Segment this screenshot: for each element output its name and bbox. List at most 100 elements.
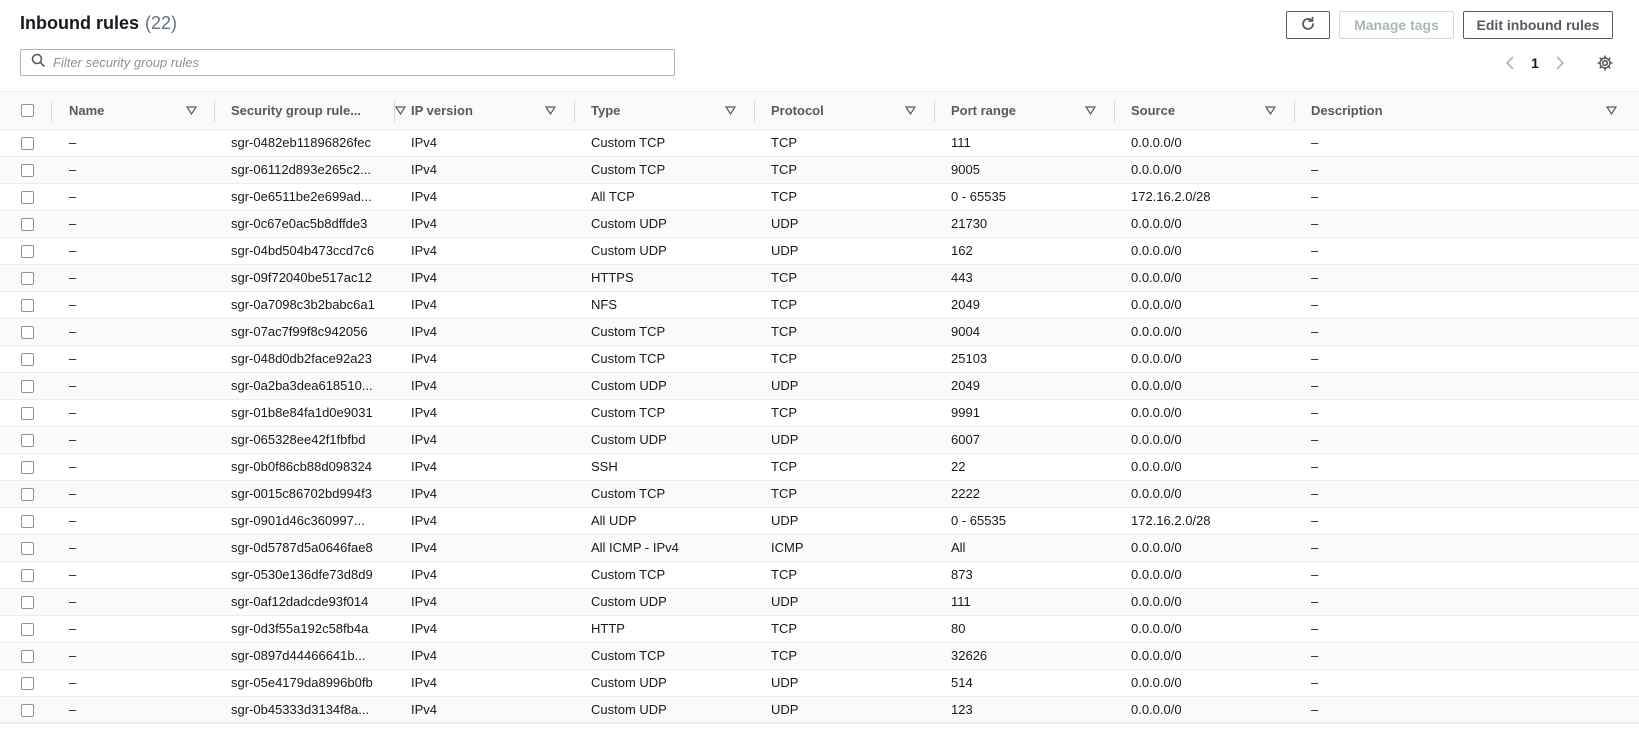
table-row[interactable]: – sgr-0482eb11896826fec IPv4 Custom TCP TCP 1… (0, 130, 1639, 157)
cell-type: Custom UDP (591, 378, 667, 393)
column-header-port-range[interactable]: Port range (951, 92, 1111, 129)
page-number[interactable]: 1 (1520, 55, 1550, 71)
column-header-ip-version[interactable]: IP version (411, 92, 571, 129)
table-row[interactable]: – sgr-0901d46c360997... IPv4 All UDP UDP 0 - … (0, 508, 1639, 535)
table-row[interactable]: – sgr-07ac7f99f8c942056 IPv4 Custom TCP TCP 9… (0, 319, 1639, 346)
row-checkbox[interactable] (21, 137, 34, 150)
chevron-left-icon[interactable] (1500, 52, 1520, 74)
row-checkbox[interactable] (21, 623, 34, 636)
table-row[interactable]: – sgr-0b45333d3134f8a... IPv4 Custom UDP UDP… (0, 697, 1639, 724)
table-row[interactable]: – sgr-09f72040be517ac12 IPv4 HTTPS TCP 443 0.0… (0, 265, 1639, 292)
row-checkbox[interactable] (21, 434, 34, 447)
sort-down-icon (905, 106, 916, 116)
row-checkbox[interactable] (21, 218, 34, 231)
cell-rule-id: sgr-0530e136dfe73d8d9 (231, 567, 373, 582)
table-row[interactable]: – sgr-0e6511be2e699ad... IPv4 All TCP TCP 0 -… (0, 184, 1639, 211)
refresh-button[interactable] (1286, 11, 1330, 39)
cell-protocol: TCP (771, 324, 797, 339)
cell-name: – (69, 567, 77, 582)
cell-name: – (69, 243, 77, 258)
table-row[interactable]: – sgr-0c67e0ac5b8dffde3 IPv4 Custom UDP UDP 2… (0, 211, 1639, 238)
gear-icon[interactable] (1594, 52, 1616, 74)
table-row[interactable]: – sgr-05e4179da8996b0fb IPv4 Custom UDP UDP 5… (0, 670, 1639, 697)
column-header-name[interactable]: Name (69, 92, 200, 129)
select-all-checkbox[interactable] (21, 104, 34, 117)
cell-name: – (69, 216, 77, 231)
table-row[interactable]: – sgr-0897d44466641b... IPv4 Custom TCP TCP 3… (0, 643, 1639, 670)
row-checkbox[interactable] (21, 515, 34, 528)
cell-description: – (1311, 270, 1319, 285)
column-header-type[interactable]: Type (591, 92, 751, 129)
search-input[interactable] (53, 55, 653, 70)
cell-port-range: 32626 (951, 648, 988, 663)
row-checkbox[interactable] (21, 488, 34, 501)
row-checkbox[interactable] (21, 191, 34, 204)
edit-inbound-rules-button[interactable]: Edit inbound rules (1463, 11, 1613, 39)
cell-ip-version: IPv4 (411, 459, 438, 474)
row-checkbox[interactable] (21, 299, 34, 312)
row-checkbox[interactable] (21, 650, 34, 663)
column-divider (574, 101, 575, 122)
sort-down-icon (1606, 106, 1617, 116)
table-row[interactable]: – sgr-0a2ba3dea618510... IPv4 Custom UDP UDP… (0, 373, 1639, 400)
table-row[interactable]: – sgr-048d0db2face92a23 IPv4 Custom TCP TCP 2… (0, 346, 1639, 373)
cell-type: Custom UDP (591, 675, 667, 690)
cell-rule-id: sgr-0482eb11896826fec (231, 135, 371, 150)
cell-ip-version: IPv4 (411, 540, 438, 555)
column-header-description[interactable]: Description (1311, 92, 1621, 129)
row-checkbox[interactable] (21, 245, 34, 258)
cell-type: NFS (591, 297, 617, 312)
cell-port-range: 443 (951, 270, 973, 285)
row-checkbox[interactable] (21, 380, 34, 393)
row-checkbox[interactable] (21, 272, 34, 285)
table-row[interactable]: – sgr-0530e136dfe73d8d9 IPv4 Custom TCP TCP 8… (0, 562, 1639, 589)
column-header-rule-id[interactable]: Security group rule... (231, 92, 406, 129)
table-row[interactable]: – sgr-0d3f55a192c58fb4a IPv4 HTTP TCP 80 0.0.0… (0, 616, 1639, 643)
table-row[interactable]: – sgr-0a7098c3b2babc6a1 IPv4 NFS TCP 2049 0.0.… (0, 292, 1639, 319)
column-divider (1294, 101, 1295, 122)
table-row[interactable]: – sgr-01b8e84fa1d0e9031 IPv4 Custom TCP TCP 9… (0, 400, 1639, 427)
cell-port-range: 873 (951, 567, 973, 582)
table-row[interactable]: – sgr-0b0f86cb88d098324 IPv4 SSH TCP 22 0.0.0.… (0, 454, 1639, 481)
cell-name: – (69, 324, 77, 339)
table-row[interactable]: – sgr-065328ee42f1fbfbd IPv4 Custom UDP UDP 6… (0, 427, 1639, 454)
table-row[interactable]: – sgr-0d5787d5a0646fae8 IPv4 All ICMP - IPv… (0, 535, 1639, 562)
row-checkbox[interactable] (21, 569, 34, 582)
row-checkbox[interactable] (21, 407, 34, 420)
cell-ip-version: IPv4 (411, 486, 438, 501)
table-row[interactable]: – sgr-0015c86702bd994f3 IPv4 Custom TCP TCP 2… (0, 481, 1639, 508)
cell-protocol: TCP (771, 621, 797, 636)
chevron-right-icon[interactable] (1550, 52, 1570, 74)
pagination: 1 (1500, 52, 1570, 74)
panel-header: Inbound rules (22) (20, 13, 177, 37)
table-row[interactable]: – sgr-06112d893e265c2... IPv4 Custom TCP TCP… (0, 157, 1639, 184)
manage-tags-button[interactable]: Manage tags (1339, 11, 1454, 39)
cell-protocol: UDP (771, 243, 799, 258)
table-row[interactable]: – sgr-04bd504b473ccd7c6 IPv4 Custom UDP UDP 1… (0, 238, 1639, 265)
row-checkbox[interactable] (21, 164, 34, 177)
cell-name: – (69, 270, 77, 285)
column-header-source[interactable]: Source (1131, 92, 1291, 129)
cell-port-range: 111 (951, 594, 971, 609)
cell-ip-version: IPv4 (411, 135, 438, 150)
cell-ip-version: IPv4 (411, 351, 438, 366)
cell-protocol: UDP (771, 675, 799, 690)
row-checkbox[interactable] (21, 461, 34, 474)
row-checkbox[interactable] (21, 353, 34, 366)
sort-down-icon (395, 106, 406, 116)
table-row[interactable]: – sgr-0af12dadcde93f014 IPv4 Custom UDP UDP 1… (0, 589, 1639, 616)
row-checkbox[interactable] (21, 326, 34, 339)
row-checkbox[interactable] (21, 596, 34, 609)
cell-source: 0.0.0.0/0 (1131, 162, 1182, 177)
cell-protocol: TCP (771, 270, 797, 285)
row-checkbox[interactable] (21, 677, 34, 690)
cell-protocol: ICMP (771, 540, 804, 555)
column-header-protocol[interactable]: Protocol (771, 92, 931, 129)
cell-description: – (1311, 378, 1319, 393)
cell-rule-id: sgr-06112d893e265c2... (231, 162, 371, 177)
cell-protocol: TCP (771, 459, 797, 474)
cell-rule-id: sgr-0897d44466641b... (231, 648, 366, 663)
row-checkbox[interactable] (21, 542, 34, 555)
row-checkbox[interactable] (21, 704, 34, 717)
cell-source: 0.0.0.0/0 (1131, 324, 1182, 339)
